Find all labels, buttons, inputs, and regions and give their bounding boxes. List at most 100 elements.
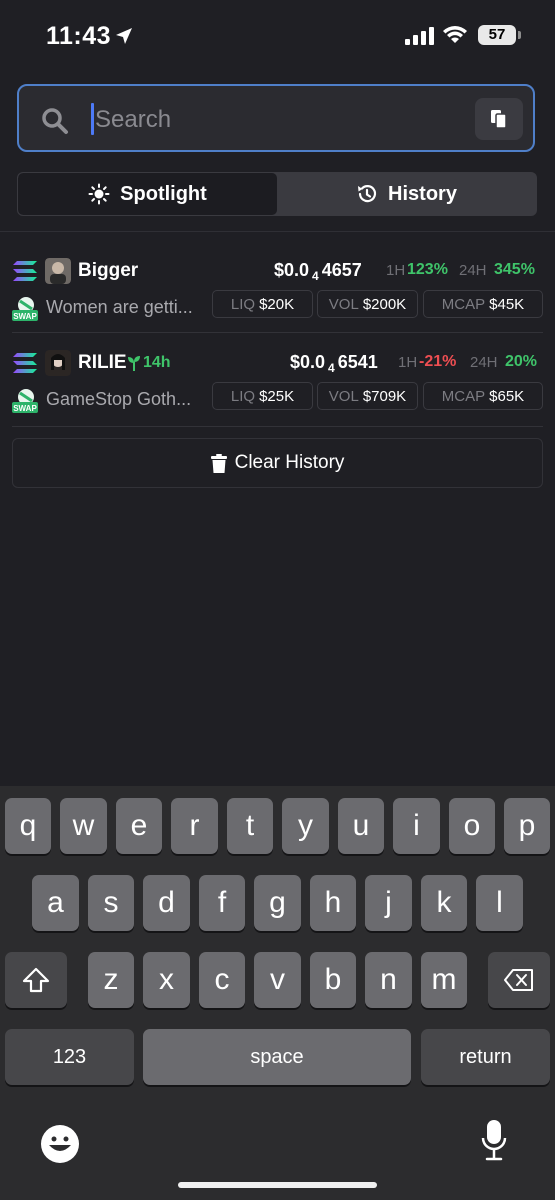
change-24h-label: 24H bbox=[459, 262, 487, 279]
battery-indicator: 57 bbox=[478, 25, 516, 45]
mcap-label: MCAP bbox=[441, 387, 486, 405]
liq-value: $20K bbox=[259, 295, 295, 313]
vol-label: VOL bbox=[328, 295, 359, 313]
token-name: Bigger bbox=[78, 260, 139, 281]
clipboard-icon bbox=[491, 110, 507, 129]
numbers-key[interactable]: 123 bbox=[5, 1029, 134, 1085]
market-cap-pill: MCAP $65K bbox=[423, 382, 543, 410]
key-h[interactable]: h bbox=[310, 875, 356, 931]
price-prefix: $0.0 bbox=[274, 260, 310, 280]
change-24h-value: 345% bbox=[494, 261, 535, 278]
sprout-icon bbox=[128, 356, 140, 371]
tab-spotlight[interactable]: Spotlight bbox=[18, 173, 277, 215]
divider bbox=[12, 426, 543, 427]
key-t[interactable]: t bbox=[227, 798, 273, 854]
shift-key[interactable] bbox=[5, 952, 67, 1008]
liq-value: $25K bbox=[259, 387, 295, 405]
key-q[interactable]: q bbox=[5, 798, 51, 854]
price-digits: 4657 bbox=[321, 260, 362, 280]
volume-pill: VOL $709K bbox=[317, 382, 418, 410]
cellular-signal-icon bbox=[405, 27, 434, 45]
swap-badge-label: SWAP bbox=[13, 404, 37, 413]
token-row[interactable]: Bigger SWAP Women are getti... $0.0 4 4657… bbox=[0, 246, 555, 336]
key-w[interactable]: w bbox=[60, 798, 107, 854]
clear-history-button[interactable]: Clear History bbox=[12, 438, 543, 488]
search-icon bbox=[42, 108, 68, 134]
liq-label: LIQ bbox=[230, 387, 256, 405]
microphone-icon[interactable] bbox=[480, 1118, 508, 1162]
mcap-value: $65K bbox=[489, 387, 525, 405]
key-p[interactable]: p bbox=[504, 798, 550, 854]
backspace-key[interactable] bbox=[488, 952, 550, 1008]
swap-badge-icon: SWAP bbox=[12, 297, 38, 321]
divider bbox=[0, 231, 555, 232]
shift-arrow-icon bbox=[22, 967, 50, 993]
key-n[interactable]: n bbox=[365, 952, 412, 1008]
key-g[interactable]: g bbox=[254, 875, 301, 931]
key-o[interactable]: o bbox=[449, 798, 495, 854]
history-icon bbox=[358, 185, 377, 203]
wifi-icon bbox=[443, 26, 467, 43]
swap-badge-icon: SWAP bbox=[12, 389, 38, 413]
token-age: 14h bbox=[143, 354, 171, 371]
market-cap-pill: MCAP $45K bbox=[423, 290, 543, 318]
key-f[interactable]: f bbox=[199, 875, 245, 931]
token-description: Women are getti... bbox=[46, 297, 193, 317]
paste-button[interactable] bbox=[475, 98, 523, 140]
solana-logo-icon bbox=[13, 353, 37, 373]
key-v[interactable]: v bbox=[254, 952, 301, 1008]
liquidity-pill: LIQ $20K bbox=[212, 290, 313, 318]
key-b[interactable]: b bbox=[310, 952, 356, 1008]
token-price: $0.0 4 4657 bbox=[274, 260, 362, 283]
space-key[interactable]: space bbox=[143, 1029, 411, 1085]
search-bar[interactable] bbox=[17, 84, 535, 152]
return-key[interactable]: return bbox=[421, 1029, 550, 1085]
key-a[interactable]: a bbox=[32, 875, 79, 931]
search-input[interactable] bbox=[93, 100, 467, 140]
key-y[interactable]: y bbox=[282, 798, 329, 854]
key-i[interactable]: i bbox=[393, 798, 440, 854]
tab-history[interactable]: History bbox=[277, 173, 536, 215]
change-1h-value: -21% bbox=[419, 353, 457, 370]
key-d[interactable]: d bbox=[143, 875, 190, 931]
price-zeros: 4 bbox=[312, 269, 319, 283]
change-1h-value: 123% bbox=[407, 261, 448, 278]
divider bbox=[12, 332, 543, 333]
key-l[interactable]: l bbox=[476, 875, 523, 931]
mcap-label: MCAP bbox=[441, 295, 486, 313]
location-arrow-icon bbox=[116, 28, 132, 44]
liquidity-pill: LIQ $25K bbox=[212, 382, 313, 410]
vol-label: VOL bbox=[328, 387, 359, 405]
status-bar: 11:43 57 bbox=[0, 0, 555, 72]
sun-icon bbox=[88, 183, 110, 205]
key-r[interactable]: r bbox=[171, 798, 218, 854]
tab-history-label: History bbox=[388, 182, 457, 205]
token-row[interactable]: RILIE 14h SWAP GameStop Goth... $0.0 4 654… bbox=[0, 338, 555, 428]
clear-history-label: Clear History bbox=[234, 452, 345, 473]
token-avatar bbox=[45, 258, 71, 284]
token-price: $0.0 4 6541 bbox=[290, 352, 378, 375]
battery-tip bbox=[518, 31, 521, 39]
vol-value: $200K bbox=[362, 295, 407, 313]
emoji-icon[interactable] bbox=[40, 1124, 80, 1164]
key-s[interactable]: s bbox=[88, 875, 134, 931]
price-prefix: $0.0 bbox=[290, 352, 326, 372]
price-digits: 6541 bbox=[337, 352, 378, 372]
token-description: GameStop Goth... bbox=[46, 389, 192, 409]
home-indicator[interactable] bbox=[178, 1182, 377, 1188]
swap-badge-label: SWAP bbox=[13, 312, 37, 321]
solana-logo-icon bbox=[13, 261, 37, 281]
price-zeros: 4 bbox=[328, 361, 335, 375]
key-m[interactable]: m bbox=[421, 952, 467, 1008]
key-x[interactable]: x bbox=[143, 952, 190, 1008]
key-e[interactable]: e bbox=[116, 798, 162, 854]
token-avatar bbox=[45, 350, 71, 376]
volume-pill: VOL $200K bbox=[317, 290, 418, 318]
key-u[interactable]: u bbox=[338, 798, 384, 854]
trash-icon bbox=[210, 453, 227, 473]
key-j[interactable]: j bbox=[365, 875, 412, 931]
key-z[interactable]: z bbox=[88, 952, 134, 1008]
key-c[interactable]: c bbox=[199, 952, 245, 1008]
vol-value: $709K bbox=[362, 387, 407, 405]
key-k[interactable]: k bbox=[421, 875, 467, 931]
